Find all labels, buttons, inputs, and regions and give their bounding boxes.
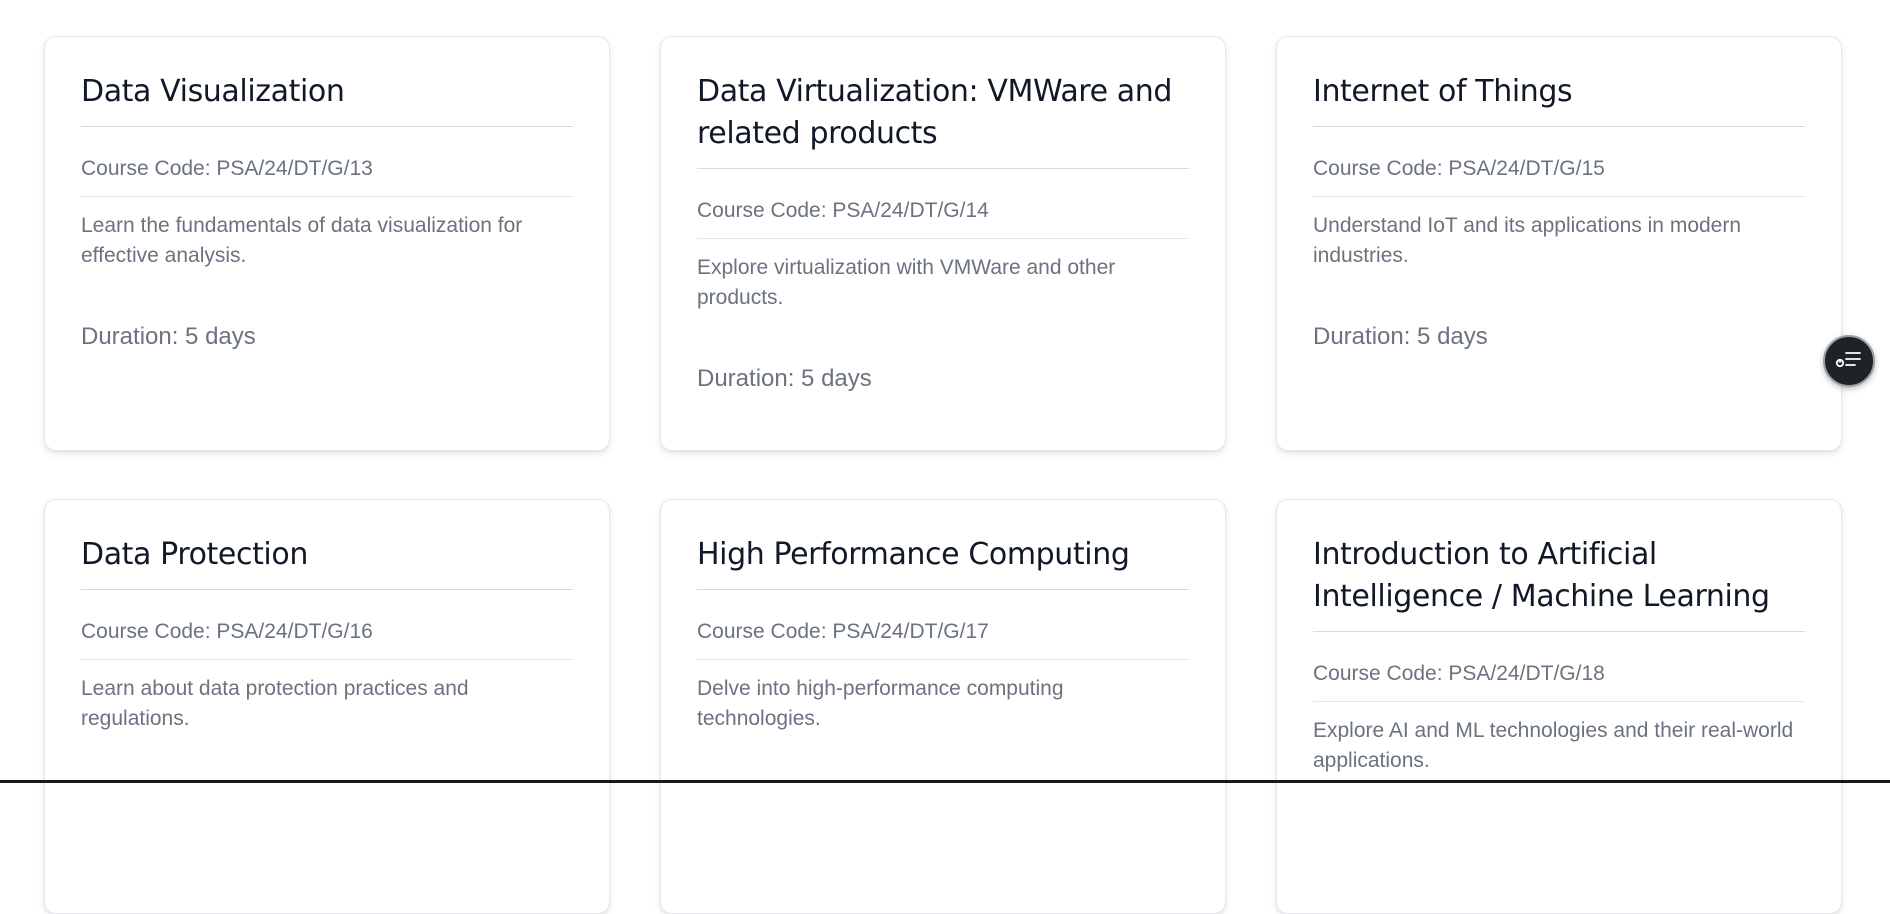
reader-menu-icon <box>1835 349 1863 374</box>
course-duration: Duration: 5 days <box>1313 323 1488 350</box>
course-card[interactable]: Data Protection Course Code: PSA/24/DT/G… <box>44 499 610 914</box>
course-description: Explore virtualization with VMWare and o… <box>697 256 1116 309</box>
course-title: Data Visualization <box>81 71 573 127</box>
course-duration: Duration: 5 days <box>697 365 872 392</box>
course-description: Learn about data protection practices an… <box>81 677 469 730</box>
course-description: Learn the fundamentals of data visualiza… <box>81 214 523 267</box>
course-title: High Performance Computing <box>697 534 1189 590</box>
course-code: Course Code: PSA/24/DT/G/17 <box>697 590 1189 660</box>
course-code: Course Code: PSA/24/DT/G/14 <box>697 169 1189 239</box>
course-card[interactable]: Introduction to Artificial Intelligence … <box>1276 499 1842 914</box>
course-description: Delve into high-performance computing te… <box>697 677 1064 730</box>
course-description: Understand IoT and its applications in m… <box>1313 214 1742 267</box>
course-title: Data Virtualization: VMWare and related … <box>697 71 1189 169</box>
course-title: Internet of Things <box>1313 71 1805 127</box>
course-code: Course Code: PSA/24/DT/G/18 <box>1313 632 1805 702</box>
course-card[interactable]: Data Virtualization: VMWare and related … <box>660 36 1226 451</box>
course-description: Explore AI and ML technologies and their… <box>1313 719 1794 772</box>
course-card[interactable]: Data Visualization Course Code: PSA/24/D… <box>44 36 610 451</box>
course-title: Introduction to Artificial Intelligence … <box>1313 534 1805 632</box>
course-duration: Duration: 5 days <box>81 323 256 350</box>
course-code: Course Code: PSA/24/DT/G/16 <box>81 590 573 660</box>
course-title: Data Protection <box>81 534 573 590</box>
course-card[interactable]: High Performance Computing Course Code: … <box>660 499 1226 914</box>
course-card[interactable]: Internet of Things Course Code: PSA/24/D… <box>1276 36 1842 451</box>
reader-menu-button[interactable] <box>1823 335 1875 387</box>
course-code: Course Code: PSA/24/DT/G/15 <box>1313 127 1805 197</box>
course-code: Course Code: PSA/24/DT/G/13 <box>81 127 573 197</box>
